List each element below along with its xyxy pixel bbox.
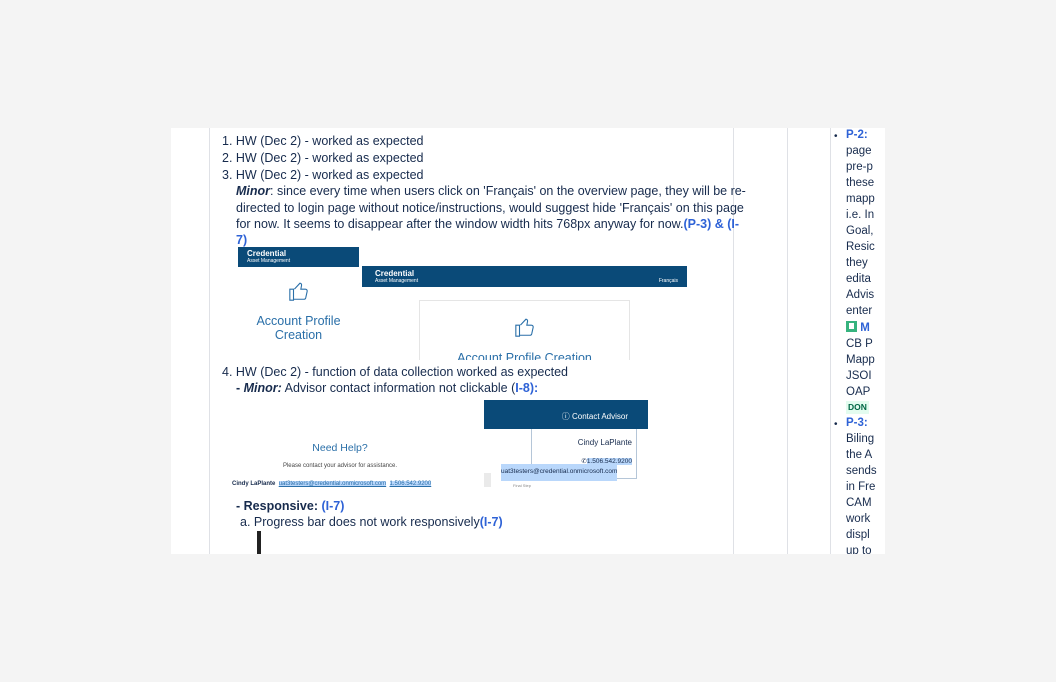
card-title-narrow-2: Creation [274, 328, 323, 342]
list-item-3: 3. HW (Dec 2) - worked as expected [222, 168, 424, 182]
minor-note-2: - Minor: Advisor contact information not… [236, 381, 539, 395]
jira-story-icon [846, 321, 857, 332]
side-link-p3[interactable]: P-3: [846, 416, 868, 432]
side-line: CAM [846, 497, 872, 509]
thumbs-up-icon [514, 318, 534, 337]
bullet-icon: • [834, 131, 838, 142]
popup-name: Cindy LaPlante [577, 438, 632, 447]
side-line: sends [846, 465, 877, 477]
side-line: enter [846, 305, 873, 317]
side-line: edita [846, 273, 871, 285]
responsive-item-a: a. Progress bar does not work responsive… [240, 515, 503, 529]
status-badge: DON [846, 401, 869, 414]
brand-bar-narrow: Credential Asset Management [238, 247, 359, 267]
link-i8[interactable]: I-8): [515, 381, 538, 395]
side-line: in Fre [846, 481, 876, 493]
side-line: CB P [846, 338, 873, 350]
screenshot-contact-advisor: ⓘ Contact Advisor Cindy LaPlante ✆1.506.… [484, 400, 648, 492]
side-link-p2[interactable]: P-2: [846, 128, 868, 144]
minor-note-line-1: Minor: since every time when users click… [236, 184, 746, 198]
side-line: Resic [846, 241, 875, 253]
progress-bar-black [257, 531, 261, 554]
side-line: OAP [846, 386, 871, 398]
card-title-wide: Account Profile Creation [457, 351, 592, 360]
screenshot-wide: Credential Asset Management Français Acco… [362, 266, 687, 360]
side-line: the A [846, 449, 873, 461]
brand-logo: Credential Asset Management [247, 249, 291, 265]
final-step-label: Final Step [513, 483, 532, 488]
side-line: i.e. In [846, 209, 875, 221]
table-border-left [209, 128, 210, 554]
card-title-narrow-1: Account Profile [256, 314, 341, 328]
side-line: JSOI [846, 370, 872, 382]
screenshot-progress-bar [255, 531, 455, 554]
minor-note-line-2: directed to login page without notice/in… [236, 201, 744, 215]
jira-issue-link[interactable]: M [846, 321, 870, 337]
side-line: page [846, 145, 872, 157]
progress-stub [484, 473, 491, 487]
side-line: work [846, 513, 871, 525]
side-line: mapp [846, 193, 875, 205]
list-item-2: 2. HW (Dec 2) - worked as expected [222, 151, 424, 165]
advisor-contact-row: Cindy LaPlante uat3testers@credential.on… [232, 476, 432, 493]
link-i7-responsive[interactable]: (I-7) [321, 499, 344, 513]
card-wide: Account Profile Creation [419, 300, 630, 360]
thumbs-up-icon [288, 282, 308, 301]
brand-bar-wide: Credential Asset Management Français [362, 266, 687, 287]
list-item-1: 1. HW (Dec 2) - worked as expected [222, 134, 424, 148]
minor-note-line-3: for now. It seems to disappear after the… [236, 217, 740, 231]
side-line: Biling [846, 433, 875, 445]
side-line: up to [846, 545, 872, 554]
advisor-phone: 1.506.542.9200 [389, 481, 432, 487]
please-contact-text: Please contact your advisor for assistan… [282, 463, 398, 469]
bullet-icon: • [834, 419, 838, 430]
side-line: they [846, 257, 868, 269]
link-p3-i7[interactable]: (P-3) & (I- [683, 217, 739, 231]
contact-advisor-button[interactable]: ⓘ Contact Advisor [562, 409, 628, 426]
side-line: these [846, 177, 875, 189]
advisor-name: Cindy LaPlante [232, 481, 276, 487]
screenshot-need-help: Need Help? Please contact your advisor f… [230, 425, 468, 493]
side-line: displ [846, 529, 870, 541]
link-i7-progress[interactable]: (I-7) [480, 515, 503, 529]
need-help-heading: Need Help? [312, 442, 368, 454]
table-border-right [787, 128, 788, 554]
advisor-email: uat3testers@credential.onmicrosoft.com [278, 481, 387, 487]
card-narrow: Account Profile Creation [238, 280, 359, 342]
side-line: pre-p [846, 161, 873, 173]
screenshot-narrow: Credential Asset Management Account Profi… [238, 247, 359, 360]
side-line: Goal, [846, 225, 874, 237]
side-line: Mapp [846, 354, 875, 366]
side-line: Advis [846, 289, 875, 301]
contact-advisor-bar: ⓘ Contact Advisor [484, 400, 648, 429]
table-border-side [830, 128, 831, 554]
responsive-heading: - Responsive: (I-7) [236, 499, 345, 513]
francais-link[interactable]: Français [659, 273, 678, 290]
document-page: 1. HW (Dec 2) - worked as expected 2. HW… [171, 128, 885, 554]
list-item-4: 4. HW (Dec 2) - function of data collect… [222, 365, 569, 379]
brand-logo-wide: Credential Asset Management [375, 269, 419, 285]
